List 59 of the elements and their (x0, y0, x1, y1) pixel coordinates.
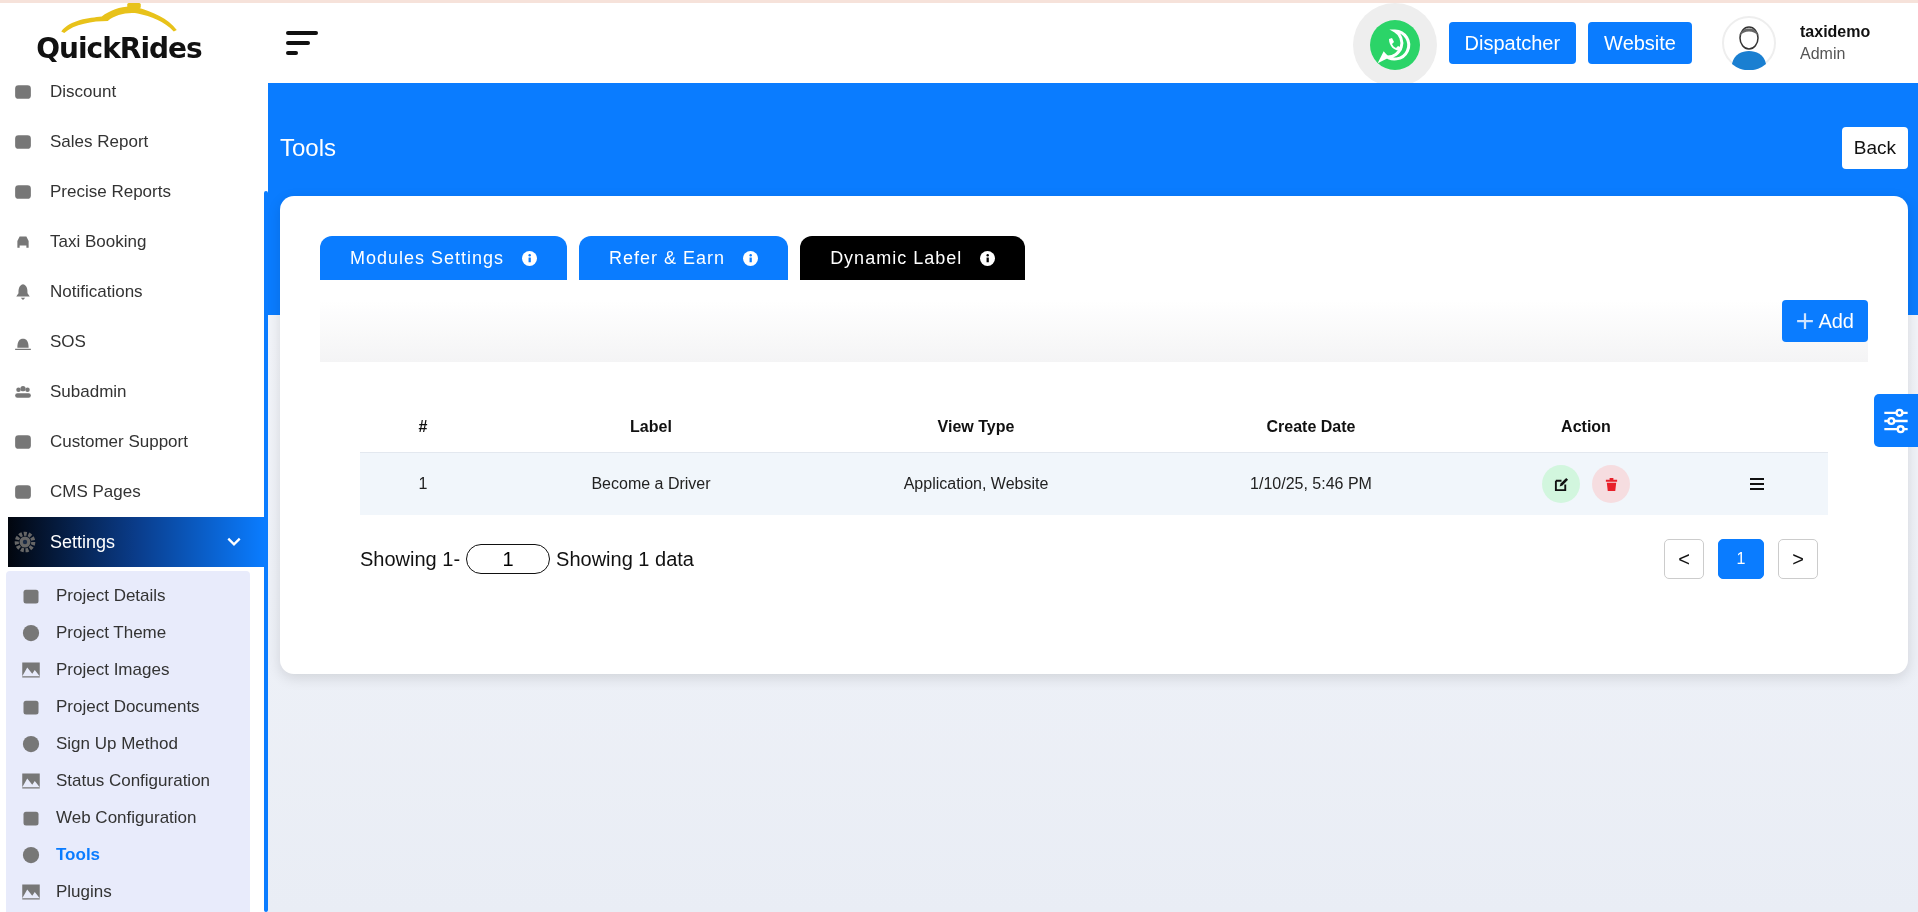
settings-slider-button[interactable] (1874, 394, 1918, 447)
sidebar-item[interactable]: Subadmin (0, 367, 264, 417)
user-name: taxidemo (1800, 23, 1872, 41)
submenu-item[interactable]: Sign Up Method (6, 725, 250, 762)
column-header: View Type (936, 418, 1016, 436)
column-header: Label (629, 418, 673, 436)
delete-button[interactable] (1592, 465, 1630, 503)
showing-text: Showing 1- (360, 547, 461, 571)
settings-menu-item[interactable]: Settings (8, 517, 264, 567)
sidebar-item[interactable]: CMS Pages (0, 467, 264, 517)
header-button[interactable]: Dispatcher (1448, 22, 1577, 64)
page-size-field[interactable]: 1 (466, 544, 551, 574)
sidebar-item[interactable]: Notifications (0, 267, 264, 317)
edit-icon (1553, 476, 1569, 492)
submenu-item[interactable]: Plugins (6, 873, 250, 910)
row-menu-icon[interactable] (1750, 478, 1764, 490)
info-icon (522, 250, 538, 266)
submenu-item[interactable]: Project Documents (6, 688, 250, 725)
logo-text: QuickRides (36, 33, 202, 65)
table-cell-text: 1/10/25, 5:46 PM (1249, 475, 1373, 493)
sidebar-item[interactable]: Precise Reports (0, 167, 264, 217)
column-header: # (417, 418, 429, 436)
previous-page-button[interactable]: < (1664, 539, 1704, 579)
edit-button[interactable] (1542, 465, 1580, 503)
table-cell-text: Become a Driver (590, 475, 712, 493)
header-button[interactable]: Website (1588, 22, 1692, 64)
tab[interactable]: Refer & Earn (579, 236, 789, 280)
info-icon (980, 250, 996, 266)
tab[interactable]: Dynamic Label (800, 236, 1026, 280)
column-header: Action (1560, 418, 1612, 436)
column-header: Create Date (1265, 418, 1357, 436)
sidebar-item[interactable]: SOS (0, 317, 264, 367)
next-page-button[interactable]: > (1778, 539, 1818, 579)
sidebar-item[interactable]: Sales Report (0, 117, 264, 167)
sliders-icon (1882, 406, 1910, 435)
page-title: Tools (280, 134, 337, 162)
trash-icon (1603, 476, 1619, 492)
scrollbar[interactable] (264, 191, 268, 912)
sidebar-item[interactable]: Discount (0, 67, 264, 117)
submenu-item[interactable]: Project Details (6, 577, 250, 614)
back-button[interactable]: Back (1841, 127, 1908, 169)
avatar-icon[interactable] (1722, 16, 1776, 70)
plus-icon (1796, 312, 1815, 330)
submenu-item[interactable]: Status Configuration (6, 762, 250, 799)
gear-icon (14, 531, 36, 553)
info-icon (743, 250, 759, 266)
table-cell-text: 1 (417, 475, 429, 493)
showing-text: Showing 1 data (556, 547, 694, 571)
tab[interactable]: Modules Settings (320, 236, 568, 280)
add-button[interactable]: Add (1782, 300, 1868, 342)
sidebar-item[interactable]: Taxi Booking (0, 217, 264, 267)
page-button[interactable]: 1 (1718, 539, 1764, 579)
user-role: Admin (1800, 45, 1847, 63)
submenu-item[interactable]: Project Theme (6, 614, 250, 651)
submenu-item[interactable]: Project Images (6, 651, 250, 688)
chat-bubble-icon (1369, 20, 1420, 70)
table-cell-text: Application, Website (902, 475, 1050, 493)
sidebar-item[interactable]: Customer Support (0, 417, 264, 467)
submenu-item[interactable]: Web Configuration (6, 799, 250, 836)
